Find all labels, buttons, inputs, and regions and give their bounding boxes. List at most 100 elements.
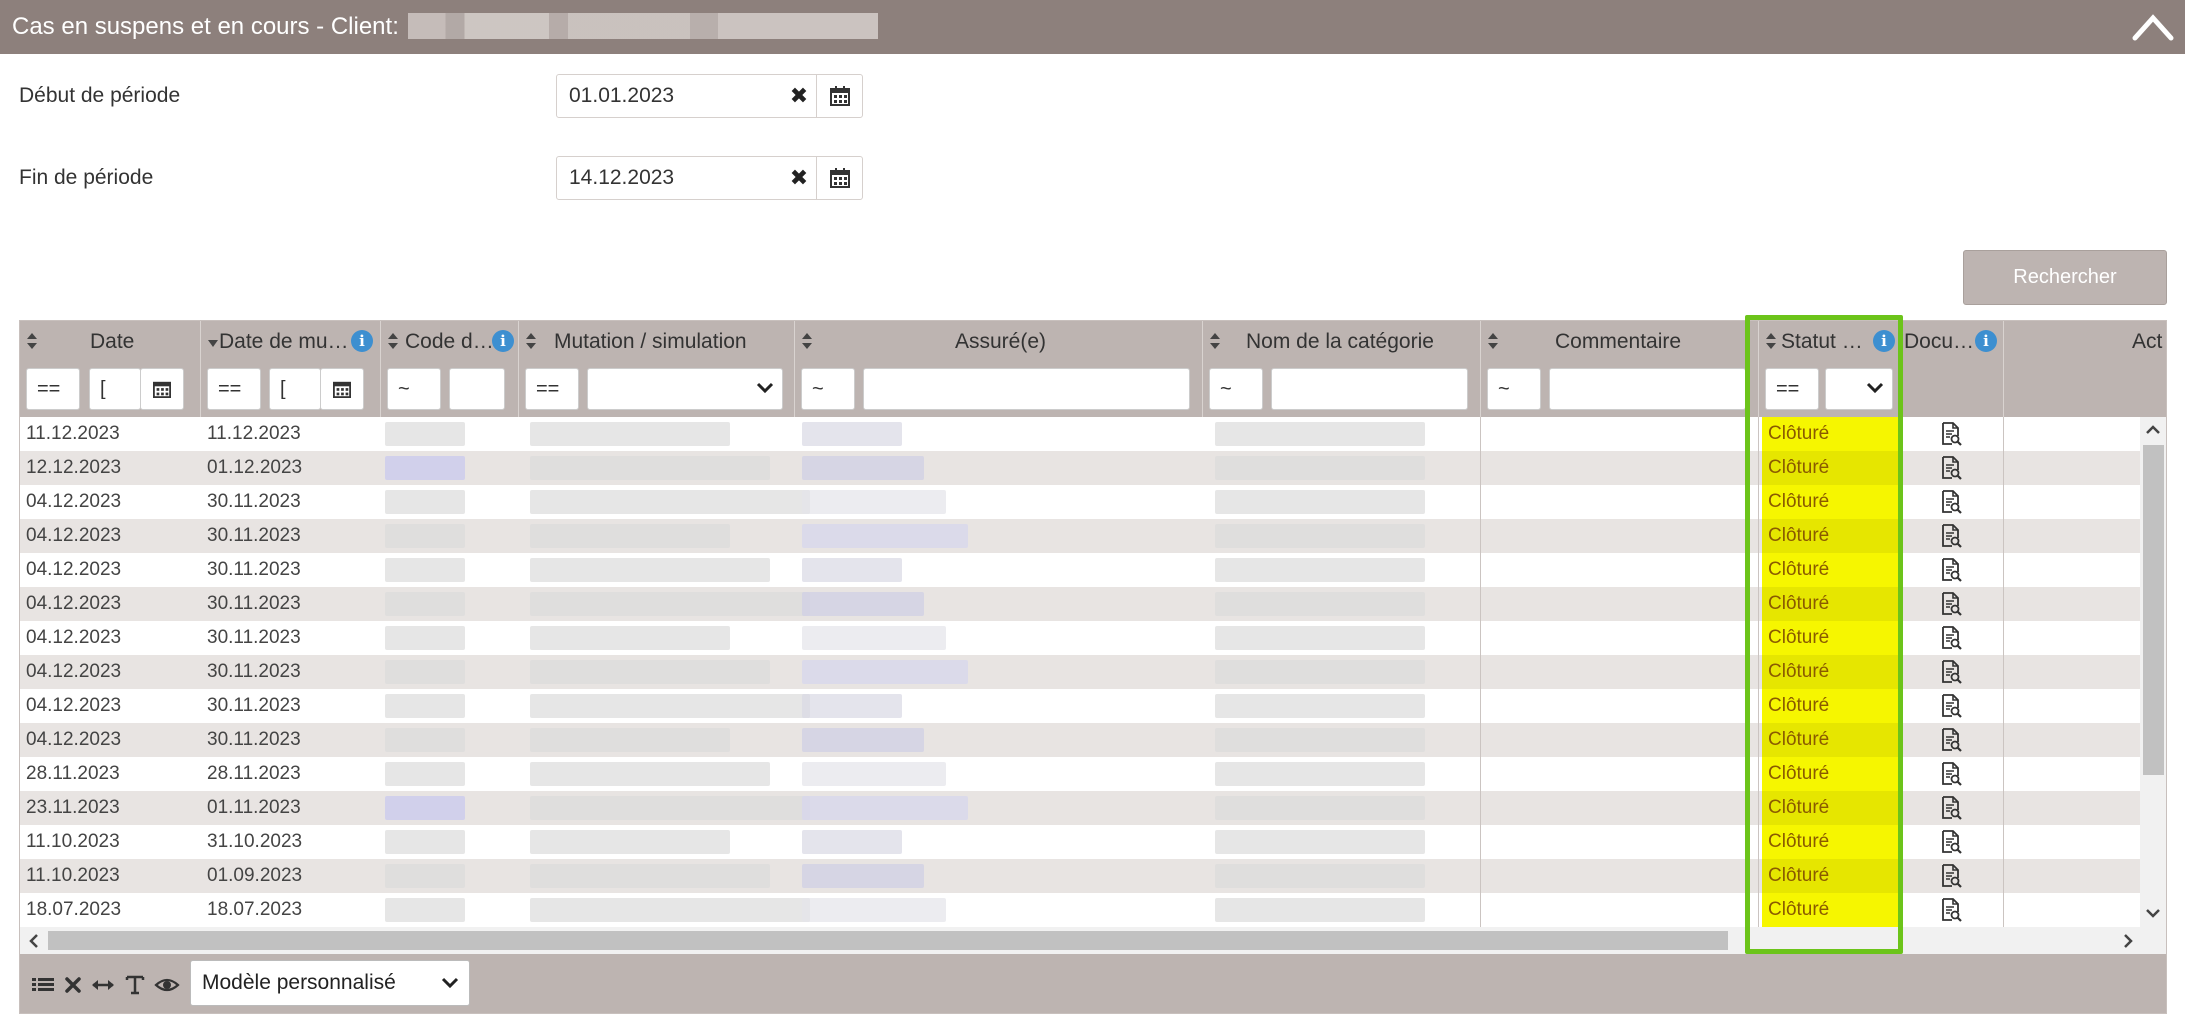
redacted-insured xyxy=(802,864,924,888)
period-start-input[interactable] xyxy=(557,75,781,117)
calendar-button[interactable] xyxy=(816,75,863,117)
column-header-mutation-simulation[interactable]: Mutation / simulation xyxy=(519,321,795,361)
column-header-mutation-date[interactable]: Date de mu… i xyxy=(201,321,381,361)
cell-date: 04.12.2023 xyxy=(26,593,122,614)
column-header-code[interactable]: Code d… i xyxy=(381,321,519,361)
cell-date: 04.12.2023 xyxy=(26,661,122,682)
calendar-button[interactable] xyxy=(816,157,863,199)
code-filter-operator[interactable]: ~ xyxy=(387,368,441,410)
document-view-icon[interactable] xyxy=(1940,625,1964,651)
close-icon[interactable] xyxy=(60,972,86,998)
document-view-icon[interactable] xyxy=(1940,591,1964,617)
list-icon[interactable] xyxy=(30,972,56,998)
scroll-left-icon[interactable] xyxy=(26,933,42,949)
vertical-scrollbar-thumb[interactable] xyxy=(2143,445,2164,775)
cell-mutation-date: 01.12.2023 xyxy=(207,457,303,478)
scroll-up-icon[interactable] xyxy=(2145,422,2161,438)
document-view-icon[interactable] xyxy=(1940,659,1964,685)
redacted-code xyxy=(385,592,465,616)
column-header-actions[interactable]: Act xyxy=(2004,321,2166,361)
insured-filter-input[interactable] xyxy=(863,368,1190,410)
category-filter-operator[interactable]: ~ xyxy=(1209,368,1263,410)
mutation-filter-select[interactable] xyxy=(587,368,783,410)
column-label: Date de mu… xyxy=(219,330,349,353)
document-view-icon[interactable] xyxy=(1940,489,1964,515)
date-filter-calendar-button[interactable] xyxy=(140,368,184,410)
document-view-icon[interactable] xyxy=(1940,897,1964,923)
redacted-mutation xyxy=(530,592,810,616)
cell-mutation-date: 01.11.2023 xyxy=(207,797,301,818)
client-name-redacted xyxy=(408,13,878,39)
mutation-date-filter-calendar-button[interactable] xyxy=(320,368,364,410)
clear-icon[interactable]: ✖ xyxy=(787,166,811,190)
insured-filter-operator[interactable]: ~ xyxy=(801,368,855,410)
document-view-icon[interactable] xyxy=(1940,523,1964,549)
document-view-icon[interactable] xyxy=(1940,761,1964,787)
search-button[interactable]: Rechercher xyxy=(1963,250,2167,305)
document-view-icon[interactable] xyxy=(1940,863,1964,889)
grid-template-select[interactable]: Modèle personnalisé xyxy=(190,960,470,1006)
date-filter-input[interactable]: [ xyxy=(89,368,141,410)
redacted-category xyxy=(1215,864,1425,888)
redacted-insured xyxy=(802,456,924,480)
redacted-category xyxy=(1215,422,1425,446)
sort-desc-icon xyxy=(208,340,218,347)
redacted-insured xyxy=(802,830,902,854)
column-header-date[interactable]: Date xyxy=(20,321,201,361)
cell-mutation-date: 30.11.2023 xyxy=(207,695,301,716)
period-end-input[interactable] xyxy=(557,157,781,199)
date-filter-operator[interactable]: == xyxy=(26,368,80,410)
redacted-code xyxy=(385,660,465,684)
redacted-insured xyxy=(802,524,968,548)
redacted-insured xyxy=(802,898,946,922)
redacted-code xyxy=(385,558,465,582)
scroll-down-icon[interactable] xyxy=(2145,905,2161,921)
redacted-insured xyxy=(802,558,902,582)
document-view-icon[interactable] xyxy=(1940,829,1964,855)
chevron-up-icon[interactable] xyxy=(2131,8,2175,44)
document-view-icon[interactable] xyxy=(1940,421,1964,447)
document-view-icon[interactable] xyxy=(1940,693,1964,719)
eye-icon[interactable] xyxy=(154,972,180,998)
column-divider xyxy=(1480,417,1481,945)
period-end-label: Fin de période xyxy=(19,166,154,189)
column-label: Code d… xyxy=(405,330,491,353)
mutation-filter-operator[interactable]: == xyxy=(525,368,579,410)
redacted-mutation xyxy=(530,456,770,480)
scroll-right-icon[interactable] xyxy=(2120,933,2136,949)
vertical-scrollbar[interactable] xyxy=(2140,417,2166,927)
column-header-insured[interactable]: Assuré(e) xyxy=(795,321,1203,361)
document-view-icon[interactable] xyxy=(1940,455,1964,481)
document-view-icon[interactable] xyxy=(1940,557,1964,583)
resize-columns-icon[interactable] xyxy=(90,972,116,998)
cell-mutation-date: 30.11.2023 xyxy=(207,729,301,750)
sort-icon xyxy=(526,333,536,349)
grid-template-label: Modèle personnalisé xyxy=(202,971,396,994)
column-header-comment[interactable]: Commentaire xyxy=(1481,321,1759,361)
document-view-icon[interactable] xyxy=(1940,795,1964,821)
sort-icon xyxy=(388,333,398,349)
category-filter-input[interactable] xyxy=(1271,368,1468,410)
mutation-date-filter-operator[interactable]: == xyxy=(207,368,261,410)
info-icon[interactable]: i xyxy=(351,330,373,352)
comment-filter-input[interactable] xyxy=(1549,368,1746,410)
mutation-date-filter-input[interactable]: [ xyxy=(269,368,321,410)
redacted-category xyxy=(1215,456,1425,480)
column-header-category[interactable]: Nom de la catégorie xyxy=(1203,321,1481,361)
redacted-code xyxy=(385,456,465,480)
horizontal-scrollbar-thumb[interactable] xyxy=(48,931,1728,950)
redacted-mutation xyxy=(530,490,810,514)
column-header-documents[interactable]: Docu… i xyxy=(1902,321,2004,361)
column-label: Date xyxy=(90,330,135,353)
comment-filter-operator[interactable]: ~ xyxy=(1487,368,1541,410)
redacted-mutation xyxy=(530,762,770,786)
redacted-mutation xyxy=(530,524,730,548)
clear-icon[interactable]: ✖ xyxy=(787,84,811,108)
info-icon[interactable]: i xyxy=(492,330,514,352)
redacted-insured xyxy=(802,422,902,446)
text-icon[interactable] xyxy=(122,972,148,998)
redacted-category xyxy=(1215,592,1425,616)
document-view-icon[interactable] xyxy=(1940,727,1964,753)
code-filter-input[interactable] xyxy=(449,368,505,410)
info-icon[interactable]: i xyxy=(1975,330,1997,352)
